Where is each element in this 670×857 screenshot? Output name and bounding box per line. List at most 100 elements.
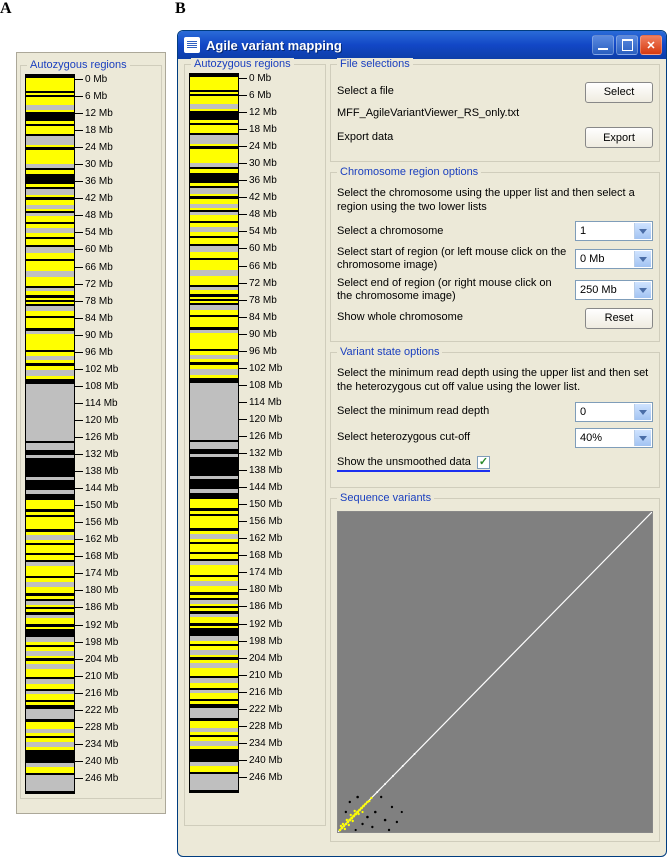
chromosome-tick: 186 Mb: [239, 601, 282, 612]
sequence-variants-groupbox: Sequence variants: [330, 498, 660, 842]
chromosome-tick: 240 Mb: [75, 756, 118, 767]
chromosome-tick: 30 Mb: [75, 159, 113, 170]
chromosome-tick: 246 Mb: [239, 772, 282, 783]
select-chromosome-label: Select a chromosome: [337, 225, 575, 238]
figure-label-a: A: [0, 0, 12, 18]
chromosome-tick: 216 Mb: [239, 687, 282, 698]
chromosome-tick: 60 Mb: [75, 244, 113, 255]
chromosome-tick: 90 Mb: [239, 329, 277, 340]
chromosome-tick: 174 Mb: [239, 567, 282, 578]
select-chromosome-dropdown[interactable]: 1: [575, 221, 653, 241]
chromosome-tick: 108 Mb: [75, 381, 118, 392]
min-read-depth-label: Select the minimum read depth: [337, 405, 575, 418]
panel-a-container: Autozygous regions 0 Mb6 Mb12 Mb18 Mb24 …: [16, 52, 166, 814]
close-button[interactable]: [640, 35, 662, 55]
chromosome-tick: 138 Mb: [75, 466, 118, 477]
chromosome-tick: 114 Mb: [239, 397, 282, 408]
export-data-label: Export data: [337, 131, 585, 144]
chromosome-tick: 114 Mb: [75, 398, 118, 409]
chromosome-tick: 180 Mb: [239, 584, 282, 595]
chromosome-tick: 54 Mb: [75, 227, 113, 238]
chromosome-tick: 18 Mb: [75, 125, 113, 136]
chromosome-tick: 48 Mb: [75, 210, 113, 221]
chromosome-tick: 210 Mb: [75, 671, 118, 682]
chromosome-tick: 228 Mb: [239, 721, 282, 732]
chromosome-tick: 102 Mb: [75, 364, 118, 375]
select-start-label: Select start of region (or left mouse cl…: [337, 246, 575, 272]
chromosome-tick: 12 Mb: [75, 108, 113, 119]
chromosome-tick: 36 Mb: [75, 176, 113, 187]
chromosome-image-b[interactable]: [189, 73, 239, 793]
app-icon: [184, 37, 200, 53]
select-file-label: Select a file: [337, 85, 585, 98]
groupbox-title: Autozygous regions: [27, 59, 130, 71]
chromosome-tick: 78 Mb: [75, 296, 113, 307]
chromosome-tick: 66 Mb: [75, 262, 113, 273]
chromosome-tick: 132 Mb: [75, 449, 118, 460]
groupbox-title: Variant state options: [337, 346, 442, 358]
groupbox-title: File selections: [337, 58, 413, 70]
chromosome-tick: 72 Mb: [239, 278, 277, 289]
chromosome-tick: 144 Mb: [239, 482, 282, 493]
chromosome-tick: 42 Mb: [75, 193, 113, 204]
selected-filename: MFF_AgileVariantViewer_RS_only.txt: [337, 107, 653, 121]
het-cutoff-label: Select heterozygous cut-off: [337, 431, 575, 444]
chromosome-tick: 30 Mb: [239, 158, 277, 169]
chromosome-tick: 216 Mb: [75, 688, 118, 699]
chromosome-tick: 162 Mb: [75, 534, 118, 545]
chromosome-tick: 18 Mb: [239, 124, 277, 135]
chromosome-tick: 84 Mb: [75, 313, 113, 324]
chromosome-tick: 138 Mb: [239, 465, 282, 476]
chromosome-tick: 108 Mb: [239, 380, 282, 391]
chromosome-tick: 192 Mb: [75, 620, 118, 631]
chromosome-tick: 96 Mb: [75, 347, 113, 358]
chromosome-tick: 234 Mb: [75, 739, 118, 750]
select-start-dropdown[interactable]: 0 Mb: [575, 249, 653, 269]
chromosome-tick: 234 Mb: [239, 738, 282, 749]
chromosome-tick: 102 Mb: [239, 363, 282, 374]
select-end-dropdown[interactable]: 250 Mb: [575, 280, 653, 300]
chromosome-tick: 246 Mb: [75, 773, 118, 784]
chromosome-tick: 24 Mb: [75, 142, 113, 153]
chromosome-tick: 126 Mb: [75, 432, 118, 443]
groupbox-title: Sequence variants: [337, 492, 434, 504]
chromosome-tick: 168 Mb: [239, 550, 282, 561]
maximize-button[interactable]: [616, 35, 638, 55]
het-cutoff-dropdown[interactable]: 40%: [575, 428, 653, 448]
reset-button[interactable]: Reset: [585, 308, 653, 329]
select-end-label: Select end of region (or right mouse cli…: [337, 277, 575, 303]
file-selections-groupbox: File selections Select a file Select MFF…: [330, 64, 660, 162]
min-read-depth-dropdown[interactable]: 0: [575, 402, 653, 422]
select-file-button[interactable]: Select: [585, 82, 653, 103]
chromosome-tick: 156 Mb: [75, 517, 118, 528]
chromosome-tick: 222 Mb: [239, 704, 282, 715]
chromosome-tick: 132 Mb: [239, 448, 282, 459]
chromosome-tick: 66 Mb: [239, 261, 277, 272]
chromosome-ticks-a: 0 Mb6 Mb12 Mb18 Mb24 Mb30 Mb36 Mb42 Mb48…: [75, 74, 159, 794]
minimize-button[interactable]: [592, 35, 614, 55]
chromosome-tick: 72 Mb: [75, 279, 113, 290]
sequence-variants-plot[interactable]: [337, 511, 653, 833]
chromosome-tick: 144 Mb: [75, 483, 118, 494]
chromosome-image-a[interactable]: [25, 74, 75, 794]
chromosome-tick: 126 Mb: [239, 431, 282, 442]
show-unsmoothed-checkbox[interactable]: [477, 456, 490, 469]
chromosome-region-groupbox: Chromosome region options Select the chr…: [330, 172, 660, 342]
chromosome-tick: 150 Mb: [239, 499, 282, 510]
chromosome-tick: 150 Mb: [75, 500, 118, 511]
chromosome-tick: 36 Mb: [239, 175, 277, 186]
chromosome-tick: 0 Mb: [239, 73, 271, 84]
chromosome-tick: 0 Mb: [75, 74, 107, 85]
chromosome-tick: 186 Mb: [75, 602, 118, 613]
groupbox-title: Chromosome region options: [337, 166, 481, 178]
titlebar[interactable]: Agile variant mapping: [178, 31, 666, 59]
chromosome-tick: 84 Mb: [239, 312, 277, 323]
chromosome-ticks-b: 0 Mb6 Mb12 Mb18 Mb24 Mb30 Mb36 Mb42 Mb48…: [239, 73, 323, 793]
export-button[interactable]: Export: [585, 127, 653, 148]
chromosome-tick: 162 Mb: [239, 533, 282, 544]
chromosome-tick: 6 Mb: [239, 90, 271, 101]
chromosome-tick: 120 Mb: [75, 415, 118, 426]
chromosome-tick: 174 Mb: [75, 568, 118, 579]
chromosome-tick: 180 Mb: [75, 585, 118, 596]
chrom-region-instruction: Select the chromosome using the upper li…: [337, 187, 653, 215]
